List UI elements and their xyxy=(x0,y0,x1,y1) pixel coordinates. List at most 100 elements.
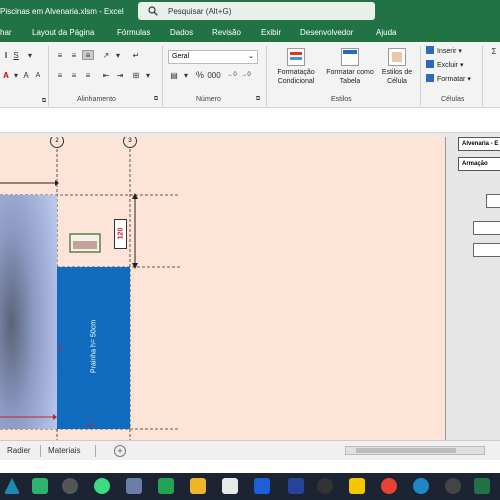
board-icon[interactable] xyxy=(222,478,238,494)
excel-icon[interactable] xyxy=(474,478,490,494)
photo-app-icon[interactable] xyxy=(126,478,142,494)
sync-app-icon[interactable] xyxy=(317,478,333,494)
format-as-table-button[interactable]: Formatar como Tabela xyxy=(322,48,378,86)
increase-indent-icon[interactable]: ⇥ xyxy=(114,70,126,80)
number-format-select[interactable]: Geral ⌄ xyxy=(168,50,258,64)
blue-app-icon[interactable] xyxy=(254,478,270,494)
shrink-font-button[interactable]: A xyxy=(32,70,44,80)
search-placeholder: Pesquisar (Alt+G) xyxy=(168,7,232,16)
tab-help[interactable]: Ajuda xyxy=(376,28,396,37)
format-icon xyxy=(426,74,434,82)
align-center-icon[interactable]: ≡ xyxy=(68,70,80,80)
pool-drawing xyxy=(0,149,180,440)
scrollbar-thumb[interactable] xyxy=(356,448,456,453)
group-separator xyxy=(48,46,49,106)
chevron-down-icon[interactable]: ▾ xyxy=(24,50,36,60)
insert-icon xyxy=(426,46,434,54)
github-icon[interactable] xyxy=(445,478,461,494)
prainha-label: Prainha h= 50cm xyxy=(90,319,98,374)
chevron-down-icon: ⌄ xyxy=(248,53,254,60)
delete-icon xyxy=(426,60,434,68)
armacao-label[interactable]: Armação xyxy=(458,157,500,171)
terminal-icon[interactable] xyxy=(158,478,174,494)
percent-icon[interactable]: % xyxy=(194,70,206,80)
formula-bar[interactable] xyxy=(0,109,500,133)
cells-group-label: Células xyxy=(441,96,465,103)
merge-center-icon[interactable]: ⊞ xyxy=(130,70,142,80)
sheet-tab-materiais[interactable]: Materiais xyxy=(48,446,80,455)
conditional-formatting-label-2: Condicional xyxy=(277,78,315,85)
increase-decimal-icon[interactable]: ←0 xyxy=(226,70,238,80)
tab-developer[interactable]: Desenvolvedor xyxy=(300,28,353,37)
edge-icon[interactable] xyxy=(413,478,429,494)
worksheet[interactable]: 2 3 120 Prainha h= 50cm xyxy=(0,137,445,440)
sheet-tabs-bar: Radier Materiais + xyxy=(0,440,500,460)
dimension-label-120: 120 xyxy=(117,227,125,240)
sheet-tab-radier[interactable]: Radier xyxy=(7,446,31,455)
side-panel: Alvenaria - E Armação xyxy=(445,137,500,440)
tab-review[interactable]: Revisão xyxy=(212,28,241,37)
add-sheet-button[interactable]: + xyxy=(114,445,126,457)
conditional-formatting-button[interactable]: Formatação Condicional xyxy=(270,48,322,86)
cell-styles-label-2: Célula xyxy=(387,78,407,85)
tab-separator xyxy=(40,445,41,457)
title-bar: Piscinas em Alvenaria.xlsm - Excel Pesqu… xyxy=(0,0,500,24)
chevron-down-icon[interactable]: ▾ xyxy=(112,50,124,60)
side-input-3[interactable] xyxy=(473,243,500,257)
tab-view[interactable]: Exibir xyxy=(261,28,281,37)
decrease-decimal-icon[interactable]: →0 xyxy=(240,70,252,80)
format-label: Formatar xyxy=(437,76,466,83)
decrease-indent-icon[interactable]: ⇤ xyxy=(100,70,112,80)
r-app-icon[interactable] xyxy=(288,478,304,494)
wrap-text-icon[interactable]: ↵ xyxy=(130,50,142,60)
group-separator xyxy=(482,46,483,106)
tab-separator xyxy=(95,445,96,457)
align-middle-icon[interactable]: ≡ xyxy=(68,50,80,60)
pool-body xyxy=(0,195,57,429)
comma-style-icon[interactable]: 000 xyxy=(207,70,220,80)
dialog-launcher-icon[interactable]: ⧉ xyxy=(252,94,264,104)
cell-styles-icon xyxy=(388,48,406,66)
tab-formulas[interactable]: Fórmulas xyxy=(117,28,150,37)
dialog-launcher-icon[interactable]: ⧉ xyxy=(150,94,162,104)
side-input-2[interactable] xyxy=(473,221,500,235)
folder-icon[interactable] xyxy=(190,478,206,494)
chevron-down-icon[interactable]: ▾ xyxy=(142,70,154,80)
tab-insert[interactable]: har xyxy=(0,28,12,37)
chrome-icon[interactable] xyxy=(381,478,397,494)
grow-font-button[interactable]: A xyxy=(20,70,32,80)
search-box[interactable]: Pesquisar (Alt+G) xyxy=(138,2,375,20)
sum-icon[interactable]: Σ xyxy=(488,46,500,56)
currency-icon[interactable]: ▤ xyxy=(168,70,180,80)
search-icon xyxy=(148,6,158,16)
cell-styles-button[interactable]: Estilos de Célula xyxy=(378,48,416,86)
chevron-down-icon[interactable]: ▾ xyxy=(180,70,192,80)
delete-button[interactable]: Excluir ▾ xyxy=(426,60,463,69)
tab-data[interactable]: Dados xyxy=(170,28,193,37)
tab-page-layout[interactable]: Layout da Página xyxy=(32,28,94,37)
dimension-arrow-down xyxy=(132,263,138,269)
align-right-icon[interactable]: ≡ xyxy=(82,70,94,80)
triangle-app-icon[interactable] xyxy=(4,478,20,494)
align-left-icon[interactable]: ≡ xyxy=(54,70,66,80)
align-top-icon[interactable]: ≡ xyxy=(54,50,66,60)
chrome-dark-icon[interactable] xyxy=(62,478,78,494)
android-studio-icon[interactable] xyxy=(94,478,110,494)
align-bottom-icon[interactable]: ≡ xyxy=(82,50,94,60)
window-title: Piscinas em Alvenaria.xlsm - Excel xyxy=(0,7,124,16)
number-format-value: Geral xyxy=(172,53,190,60)
sticky-notes-icon[interactable] xyxy=(349,478,365,494)
underline-button[interactable]: S xyxy=(10,50,22,60)
format-as-table-icon xyxy=(341,48,359,66)
format-button[interactable]: Formatar ▾ xyxy=(426,74,471,83)
group-separator xyxy=(420,46,421,106)
steps-symbol-fill xyxy=(73,241,97,249)
alvenaria-label[interactable]: Alvenaria - E xyxy=(458,137,500,151)
orientation-icon[interactable]: ↗ xyxy=(100,50,112,60)
green-app-icon[interactable] xyxy=(32,478,48,494)
insert-button[interactable]: Inserir ▾ xyxy=(426,46,462,55)
horizontal-scrollbar[interactable] xyxy=(345,446,485,455)
format-as-table-label-2: Tabela xyxy=(339,78,361,85)
side-input-1[interactable] xyxy=(486,194,500,208)
insert-label: Inserir xyxy=(437,48,457,55)
